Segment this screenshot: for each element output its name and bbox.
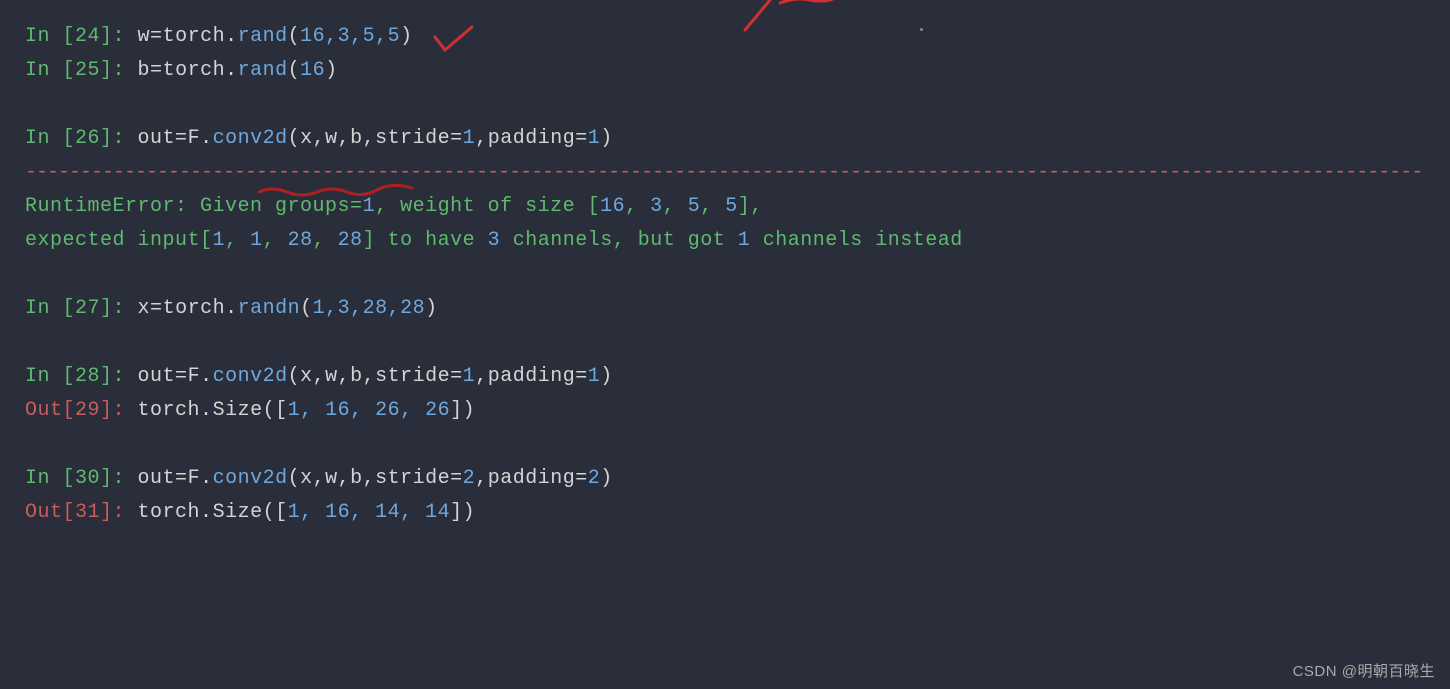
in-prompt: In [26]: [25, 127, 138, 150]
in-prompt: In [30]: [25, 467, 138, 490]
input-line-28[interactable]: In [28]: out=F.conv2d(x,w,b,stride=1,pad… [25, 360, 1425, 394]
input-line-25[interactable]: In [25]: b=torch.rand(16) [25, 54, 1425, 88]
in-prompt: In [24]: [25, 25, 138, 48]
error-line-2: expected input[1, 1, 28, 28] to have 3 c… [25, 224, 1425, 258]
empty-line [25, 428, 1425, 462]
empty-line [25, 88, 1425, 122]
in-prompt: In [25]: [25, 59, 138, 82]
error-line-1: RuntimeError: Given groups=1, weight of … [25, 190, 1425, 224]
empty-line [25, 258, 1425, 292]
input-line-27[interactable]: In [27]: x=torch.randn(1,3,28,28) [25, 292, 1425, 326]
separator-line: ----------------------------------------… [25, 156, 1425, 190]
output-line-29: Out[29]: torch.Size([1, 16, 26, 26]) [25, 394, 1425, 428]
out-prompt: Out[31]: [25, 501, 138, 524]
output-line-31: Out[31]: torch.Size([1, 16, 14, 14]) [25, 496, 1425, 530]
input-line-30[interactable]: In [30]: out=F.conv2d(x,w,b,stride=2,pad… [25, 462, 1425, 496]
out-prompt: Out[29]: [25, 399, 138, 422]
input-line-24[interactable]: In [24]: w=torch.rand(16,3,5,5) [25, 20, 1425, 54]
empty-line [25, 326, 1425, 360]
in-prompt: In [28]: [25, 365, 138, 388]
watermark-text: CSDN @明朝百晓生 [1293, 660, 1435, 681]
in-prompt: In [27]: [25, 297, 138, 320]
cursor-dot-icon [920, 28, 923, 31]
input-line-26[interactable]: In [26]: out=F.conv2d(x,w,b,stride=1,pad… [25, 122, 1425, 156]
